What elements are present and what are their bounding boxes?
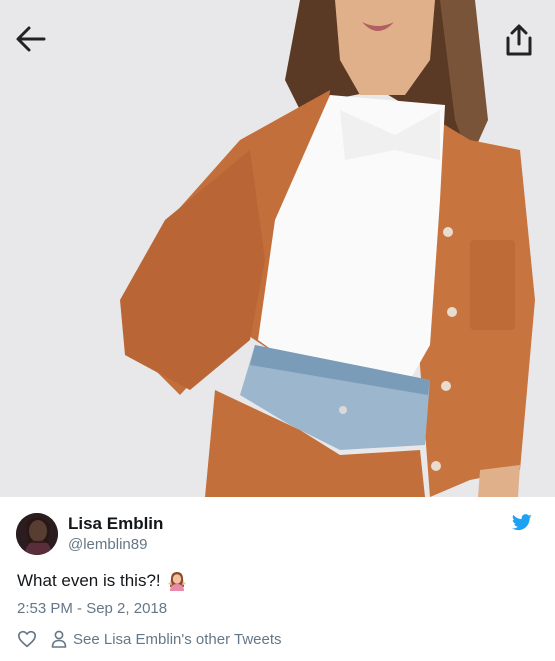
author-name[interactable]: Lisa Emblin	[68, 514, 163, 534]
twitter-bird-icon[interactable]	[511, 514, 533, 532]
share-icon	[506, 24, 532, 56]
photo-illustration	[0, 0, 555, 497]
tweet-photo[interactable]	[0, 0, 555, 497]
avatar[interactable]	[16, 513, 58, 555]
arrow-left-icon	[16, 26, 46, 52]
person-icon	[51, 630, 67, 648]
woman-shrugging-emoji	[167, 572, 186, 591]
tweet-actions: See Lisa Emblin's other Tweets	[17, 630, 282, 648]
heart-icon[interactable]	[17, 630, 37, 648]
tweet-text-content: What even is this?!	[17, 571, 161, 590]
tweet-text: What even is this?!	[17, 571, 187, 591]
tweet-card: Lisa Emblin @lemblin89 What even is this…	[0, 497, 555, 661]
avatar-image	[16, 513, 58, 555]
tweet-timestamp[interactable]: 2:53 PM - Sep 2, 2018	[17, 600, 167, 617]
share-button[interactable]	[502, 22, 536, 60]
author-handle[interactable]: @lemblin89	[68, 536, 147, 553]
other-tweets-link[interactable]: See Lisa Emblin's other Tweets	[73, 631, 282, 648]
back-button[interactable]	[14, 22, 48, 56]
